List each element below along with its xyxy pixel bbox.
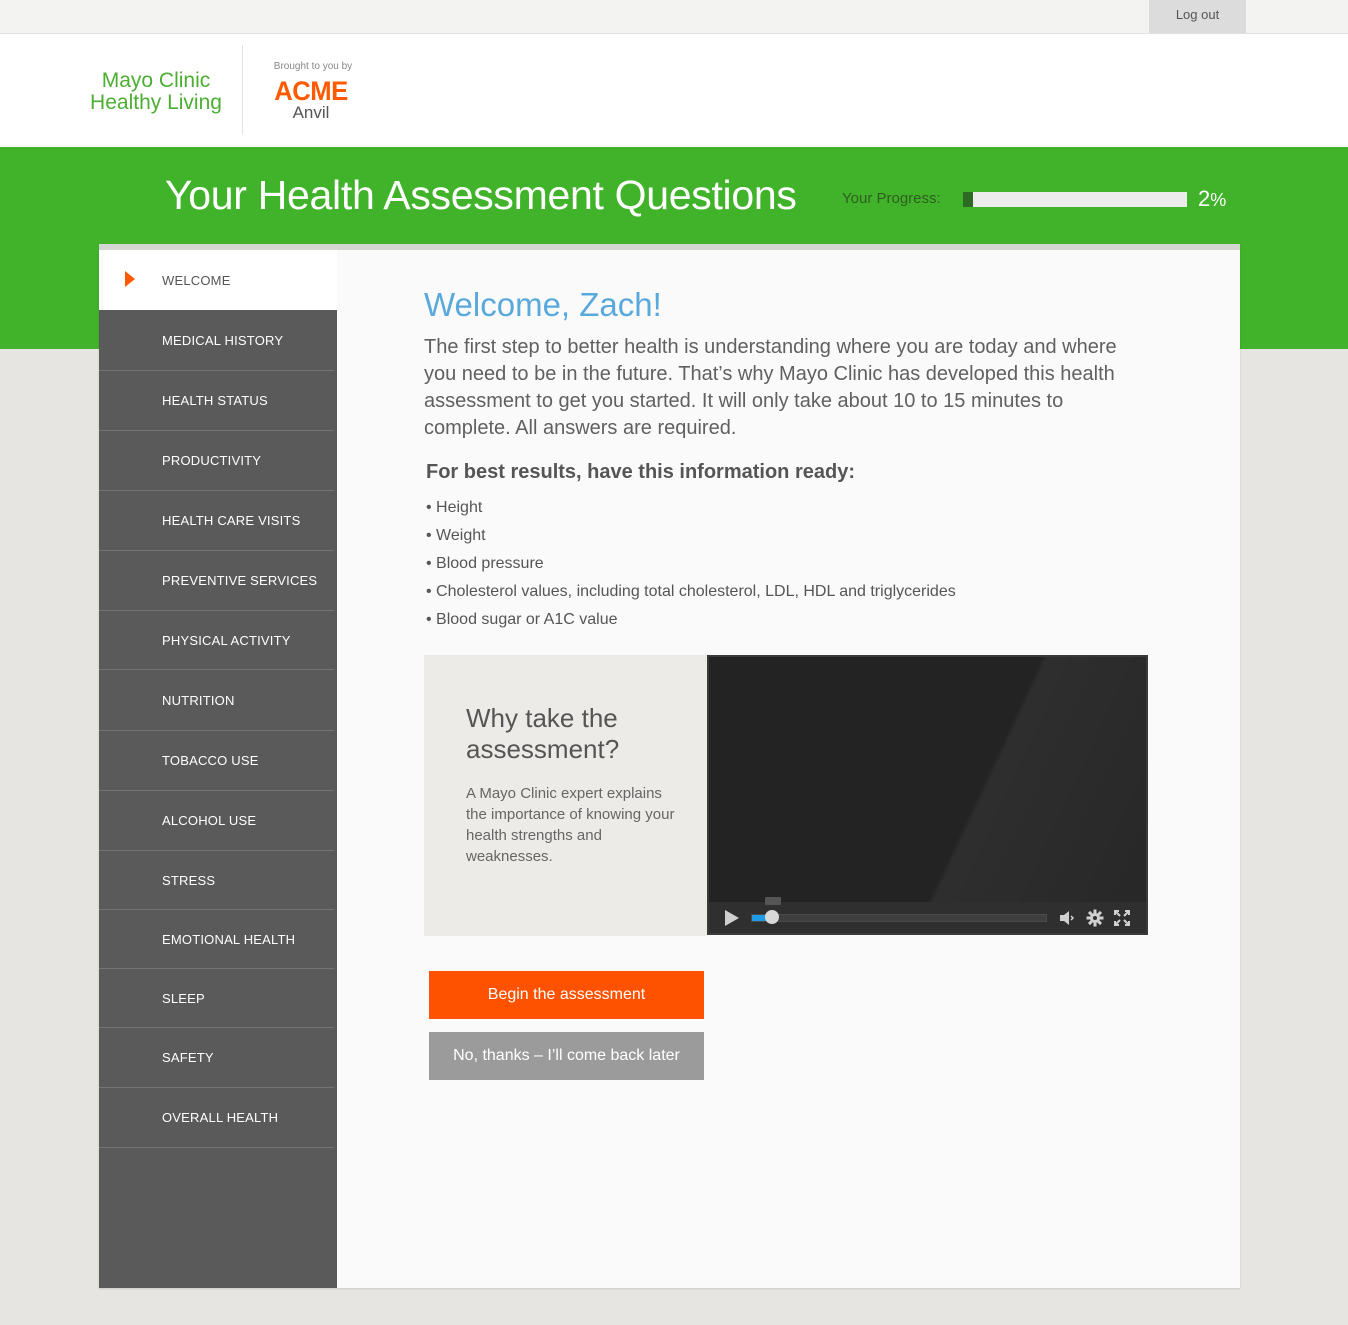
sidebar-item-label: HEALTH STATUS (162, 393, 268, 408)
sidebar-item-welcome[interactable]: WELCOME (99, 250, 337, 310)
sidebar-item-label: HEALTH CARE VISITS (162, 513, 301, 528)
gear-icon[interactable] (1086, 909, 1104, 927)
progress-unit: % (1210, 190, 1227, 210)
list-item: • Blood pressure (426, 555, 544, 572)
sidebar-item-medical-history[interactable]: MEDICAL HISTORY (99, 310, 334, 371)
sidebar-item-label: TOBACCO USE (162, 753, 259, 768)
sidebar-item-label: ALCOHOL USE (162, 813, 257, 828)
sidebar-item-stress[interactable]: STRESS (99, 851, 334, 910)
logout-button[interactable]: Log out (1149, 0, 1246, 33)
list-item: • Weight (426, 527, 486, 544)
sidebar-item-label: SAFETY (162, 1050, 214, 1065)
sidebar-item-health-care-visits[interactable]: HEALTH CARE VISITS (99, 491, 334, 551)
sidebar-item-sleep[interactable]: SLEEP (99, 969, 334, 1028)
welcome-heading: Welcome, Zach! (424, 286, 662, 323)
video-description: A Mayo Clinic expert explains the import… (466, 785, 675, 865)
scrubber-time-tooltip (765, 897, 781, 905)
video-screen[interactable] (709, 657, 1146, 902)
play-icon[interactable] (725, 910, 739, 926)
video-player[interactable] (707, 655, 1148, 935)
sidebar-item-physical-activity[interactable]: PHYSICAL ACTIVITY (99, 611, 334, 670)
progress-label: Your Progress: (842, 190, 941, 207)
sidebar-item-health-status[interactable]: HEALTH STATUS (99, 371, 334, 431)
sidebar-item-overall-health[interactable]: OVERALL HEALTH (99, 1088, 334, 1148)
video-title-line-2: assessment? (466, 734, 620, 764)
list-item: • Cholesterol values, including total ch… (426, 583, 956, 600)
list-item: • Blood sugar or A1C value (426, 611, 618, 628)
page-title: Your Health Assessment Questions (165, 172, 797, 218)
sidebar-item-label: PRODUCTIVITY (162, 453, 262, 468)
sidebar-item-label: PREVENTIVE SERVICES (162, 573, 318, 588)
sidebar-item-safety[interactable]: SAFETY (99, 1028, 334, 1088)
sidebar-item-nutrition[interactable]: NUTRITION (99, 670, 334, 731)
volume-icon[interactable] (1059, 910, 1075, 926)
sidebar-item-label: OVERALL HEALTH (162, 1110, 279, 1125)
sidebar-item-alcohol-use[interactable]: ALCOHOL USE (99, 791, 334, 851)
sponsor-label: Brought to you by (273, 61, 353, 72)
video-title: Why take the assessment? (466, 703, 666, 765)
progress-bar (963, 192, 1187, 207)
sidebar-item-emotional-health[interactable]: EMOTIONAL HEALTH (99, 910, 334, 969)
site-header: Mayo Clinic Healthy Living Brought to yo… (0, 34, 1348, 147)
active-arrow-icon (125, 271, 135, 287)
ready-list: • Height • Weight • Blood pressure • Cho… (426, 494, 956, 634)
sidebar-item-tobacco-use[interactable]: TOBACCO USE (99, 731, 334, 791)
video-controls (709, 897, 1146, 933)
sidebar-item-label: SLEEP (162, 990, 205, 1006)
sponsor-subtitle: Anvil (292, 103, 330, 122)
come-back-later-button[interactable]: No, thanks – I’ll come back later (429, 1032, 704, 1080)
intro-text: The first step to better health is under… (424, 336, 1117, 439)
sidebar-item-preventive-services[interactable]: PREVENTIVE SERVICES (99, 551, 334, 611)
sidebar-item-label: EMOTIONAL HEALTH (162, 931, 296, 947)
progress-percent: 2% (1198, 186, 1226, 212)
list-item: • Height (426, 499, 483, 516)
begin-assessment-button[interactable]: Begin the assessment (429, 971, 704, 1019)
sidebar-item-productivity[interactable]: PRODUCTIVITY (99, 431, 334, 491)
brand-line-1: Mayo Clinic (101, 69, 211, 92)
sidebar-item-label: STRESS (162, 872, 216, 888)
scrubber-handle[interactable] (765, 910, 779, 924)
header-divider (242, 45, 243, 135)
brand-logo[interactable]: Mayo Clinic Healthy Living (80, 70, 232, 114)
ready-heading: For best results, have this information … (426, 461, 855, 483)
fullscreen-icon[interactable] (1114, 910, 1130, 926)
progress-number: 2 (1198, 186, 1211, 211)
progress-bar-fill (963, 192, 973, 207)
sidebar-item-label: MEDICAL HISTORY (162, 332, 284, 348)
top-bar: Log out (0, 0, 1348, 34)
video-scrubber[interactable] (751, 914, 1047, 922)
section-nav: WELCOME MEDICAL HISTORY HEALTH STATUS PRODU… (99, 250, 337, 1288)
sidebar-item-label: NUTRITION (162, 692, 235, 708)
sidebar-item-label: WELCOME (162, 272, 231, 288)
video-title-line-1: Why take the (466, 703, 618, 733)
sidebar-item-label: PHYSICAL ACTIVITY (162, 632, 291, 648)
brand-line-2: Healthy Living (90, 91, 222, 114)
